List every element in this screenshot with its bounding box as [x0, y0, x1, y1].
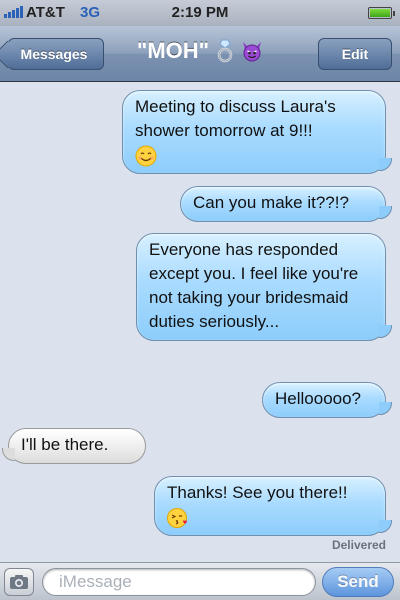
message-text: Can you make it??!?	[193, 193, 349, 212]
conversation-title: "MOH"	[120, 38, 280, 64]
message-bubble-sent[interactable]: Can you make it??!?	[180, 186, 392, 222]
back-button-label: Messages	[20, 46, 88, 62]
status-bar: AT&T 3G 2:19 PM	[0, 0, 400, 26]
message-text: Hellooooo?	[275, 389, 362, 408]
imessage-input[interactable]	[42, 568, 316, 596]
smile-icon	[135, 145, 157, 167]
message-bubble-sent[interactable]: Everyone has responded except you. I fee…	[136, 233, 392, 341]
kiss-icon	[167, 508, 187, 528]
edit-button[interactable]: Edit	[318, 38, 392, 70]
camera-button[interactable]	[4, 568, 34, 596]
message-bubble-received[interactable]: I'll be there.	[2, 428, 146, 464]
message-text: Everyone has responded except you. I fee…	[149, 240, 359, 331]
message-bubble-sent[interactable]: Meeting to discuss Laura's shower tomorr…	[122, 90, 392, 174]
message-text: Thanks! See you there!!	[167, 483, 348, 502]
contact-name: "MOH"	[136, 38, 210, 63]
navigation-bar: Messages "MOH" Edit	[0, 26, 400, 82]
message-bubble-sent[interactable]: Hellooooo?	[262, 382, 392, 418]
delivered-status: Delivered	[331, 538, 386, 552]
message-text: Meeting to discuss Laura's shower tomorr…	[135, 97, 336, 140]
status-time: 2:19 PM	[171, 4, 229, 21]
message-composer: Send	[0, 562, 400, 600]
ring-icon	[217, 39, 233, 63]
send-button[interactable]: Send	[322, 567, 394, 597]
battery-icon	[368, 7, 395, 19]
devil-icon	[243, 42, 262, 62]
battery-level	[370, 9, 390, 17]
camera-icon	[10, 575, 28, 589]
message-text: I'll be there.	[21, 435, 109, 454]
message-bubble-sent[interactable]: Thanks! See you there!!	[154, 476, 392, 536]
back-to-messages-button[interactable]: Messages	[8, 38, 104, 70]
